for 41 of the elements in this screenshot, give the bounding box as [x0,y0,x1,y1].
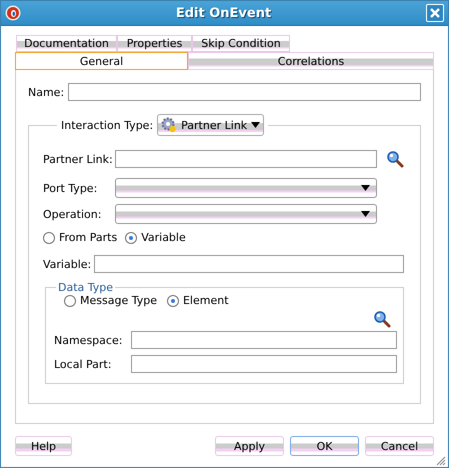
help-button[interactable]: Help [15,436,72,456]
gear-icon [161,117,178,133]
field-label: Partner Link: [43,152,114,166]
caret-icon [361,185,370,191]
field-label: Port Type: [43,182,98,194]
dialog-button[interactable]: OK [290,436,359,456]
dialog-button[interactable]: Apply [215,436,284,456]
tab[interactable]: General [15,52,188,70]
resize-grip-icon[interactable] [436,456,446,466]
field-label: Namespace: [54,334,124,346]
variable-field[interactable] [94,255,404,273]
tab[interactable]: Correlations [188,52,434,70]
group-label: Interaction Type: [61,118,154,132]
tab[interactable]: Documentation [16,35,117,52]
caret-icon [361,211,370,217]
operation-dropdown[interactable] [115,204,377,224]
tab[interactable]: Skip Condition [192,35,290,52]
radio-button[interactable]: Element [166,294,229,307]
window-title: Edit OnEvent [174,6,272,20]
local-part-field[interactable] [131,355,397,373]
caret-icon [251,122,260,128]
dialog-button[interactable]: Cancel [365,436,434,456]
partner-link-field[interactable] [115,150,377,168]
search-icon[interactable] [387,150,404,168]
field-label: Variable: [43,258,92,270]
field-label: Local Part: [54,358,112,370]
interaction-type-dropdown[interactable]: Partner Link [157,114,264,136]
radio-button[interactable]: From Parts [43,231,118,244]
close-button[interactable] [426,4,444,22]
tab[interactable]: Properties [117,35,192,52]
radio-button[interactable]: Variable [125,231,186,244]
group-label: Data Type [58,281,114,294]
port-type-dropdown[interactable] [115,178,377,198]
name-field[interactable] [68,83,421,101]
field-label: Name: [28,86,64,98]
field-label: Operation: [43,208,102,220]
search-icon[interactable] [374,311,391,328]
namespace-field[interactable] [131,331,397,349]
app-icon [5,5,21,21]
close-icon [429,7,441,19]
radio-button[interactable]: Message Type [64,294,157,307]
